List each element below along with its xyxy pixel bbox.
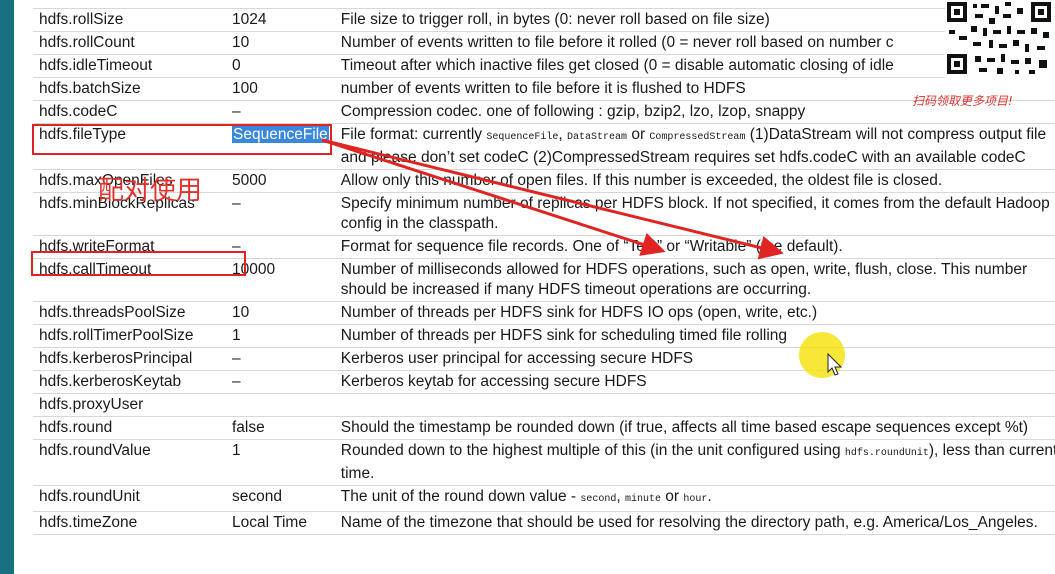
param-name: hdfs.idleTimeout (33, 54, 226, 78)
param-name: hdfs.codeC (33, 100, 226, 124)
table-row: hdfs.batchSize 100 number of events writ… (33, 77, 1055, 101)
param-description: Number of threads per HDFS sink for sche… (334, 324, 1055, 348)
table-row: hdfs.rollCount 10 Number of events writt… (33, 31, 1055, 55)
param-default: 10 (226, 301, 335, 325)
param-description (334, 393, 1055, 417)
filetype-highlight-box (32, 124, 332, 155)
writeformat-highlight-box (31, 251, 246, 276)
param-name: hdfs.rollCount (33, 31, 226, 55)
param-default: 1 (226, 324, 335, 348)
param-default: Local Time (226, 511, 335, 535)
param-name: hdfs.kerberosKeytab (33, 370, 226, 394)
desc-text: Rounded down to the highest multiple of … (340, 442, 845, 459)
pair-usage-note: 配对使用 (98, 176, 203, 206)
param-default: 100 (226, 77, 335, 101)
param-description: Allow only this number of open files. If… (334, 169, 1055, 193)
param-default: – (226, 100, 335, 124)
table-row: hdfs.timeZone Local Time Name of the tim… (33, 511, 1055, 535)
inline-code: SequenceFile (486, 132, 559, 143)
document-page: hdfs.rollSize 1024 File size to trigger … (14, 0, 1055, 574)
param-description: Specify minimum number of replicas per H… (334, 192, 1055, 236)
desc-text: File format: currently (340, 126, 487, 143)
param-description: File format: currently SequenceFile, Dat… (334, 123, 1055, 170)
param-name: hdfs.roundValue (33, 439, 226, 486)
desc-text: or (661, 488, 684, 505)
param-description: Rounded down to the highest multiple of … (334, 439, 1055, 486)
table-row: hdfs.kerberosKeytab – Kerberos keytab fo… (33, 370, 1055, 394)
table-row: hdfs.threadsPoolSize 10 Number of thread… (33, 301, 1055, 325)
param-name: hdfs.threadsPoolSize (33, 301, 226, 325)
param-default: 1024 (226, 8, 335, 32)
desc-text: . (707, 488, 712, 505)
param-name: hdfs.rollTimerPoolSize (33, 324, 226, 348)
param-default: false (226, 416, 335, 440)
param-default (226, 393, 335, 417)
param-default: – (226, 192, 335, 236)
desc-text: , (558, 126, 567, 143)
inline-code: hdfs.roundUnit (844, 448, 929, 459)
desc-text: , (616, 488, 625, 505)
table-row: hdfs.round false Should the timestamp be… (33, 416, 1055, 440)
param-name: hdfs.round (33, 416, 226, 440)
table-row: hdfs.roundUnit second The unit of the ro… (33, 485, 1055, 512)
inline-code: DataStream (567, 132, 628, 143)
qr-code-icon (945, 0, 1055, 78)
inline-code: minute (624, 494, 661, 505)
cursor-highlight (799, 332, 845, 378)
param-description: Name of the timezone that should be used… (334, 511, 1055, 535)
param-name: hdfs.timeZone (33, 511, 226, 535)
param-name: hdfs.proxyUser (33, 393, 226, 417)
param-description: Number of threads per HDFS sink for HDFS… (334, 301, 1055, 325)
param-name: hdfs.kerberosPrincipal (33, 347, 226, 371)
inline-code: second (580, 494, 617, 505)
param-description: Format for sequence file records. One of… (334, 235, 1055, 259)
param-description: Kerberos keytab for accessing secure HDF… (334, 370, 1055, 394)
param-name: hdfs.batchSize (33, 77, 226, 101)
param-default: second (226, 485, 335, 512)
param-default: – (226, 370, 335, 394)
left-edge-bar (0, 0, 14, 574)
param-name: hdfs.rollSize (33, 8, 226, 32)
param-default: 5000 (226, 169, 335, 193)
desc-text: or (627, 126, 650, 143)
table-row: hdfs.proxyUser (33, 393, 1055, 417)
qr-caption: 扫码领取更多项目! (912, 94, 1013, 108)
inline-code: hour (683, 494, 708, 505)
table-row: hdfs.idleTimeout 0 Timeout after which i… (33, 54, 1055, 78)
param-description: Number of milliseconds allowed for HDFS … (334, 258, 1055, 302)
table-row: hdfs.rollSize 1024 File size to trigger … (33, 8, 1055, 32)
desc-text: The unit of the round down value - (340, 488, 581, 505)
param-default: 1 (226, 439, 335, 486)
param-default: 10 (226, 31, 335, 55)
param-description: The unit of the round down value - secon… (334, 485, 1055, 512)
param-description: Should the timestamp be rounded down (if… (334, 416, 1055, 440)
param-default: 0 (226, 54, 335, 78)
param-description: Kerberos user principal for accessing se… (334, 347, 1055, 371)
table-row: hdfs.rollTimerPoolSize 1 Number of threa… (33, 324, 1055, 348)
param-default: – (226, 347, 335, 371)
inline-code: CompressedStream (649, 132, 746, 143)
table-row: hdfs.roundValue 1 Rounded down to the hi… (33, 439, 1055, 486)
table-row: hdfs.codeC – Compression codec. one of f… (33, 100, 1055, 124)
param-name: hdfs.roundUnit (33, 485, 226, 512)
table-row: hdfs.kerberosPrincipal – Kerberos user p… (33, 347, 1055, 371)
